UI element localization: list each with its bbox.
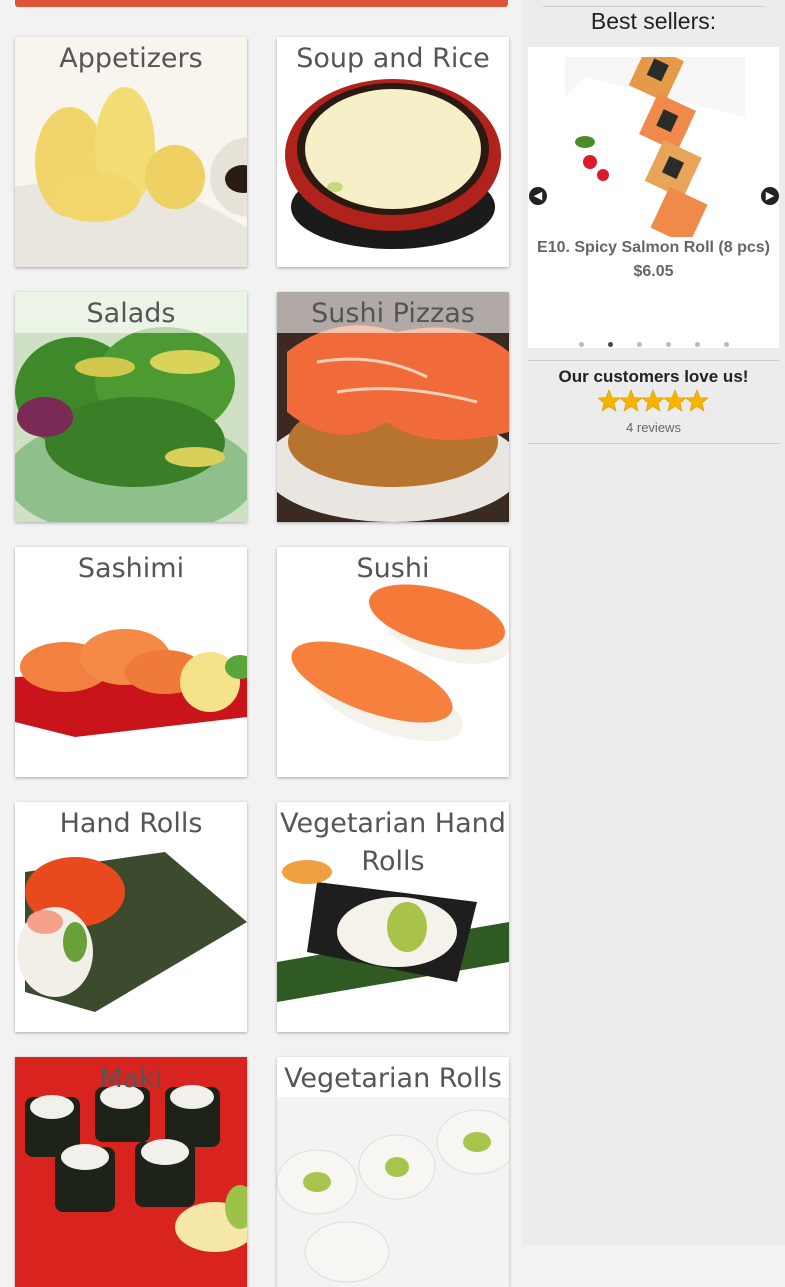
category-tile-hand-rolls[interactable]: Hand Rolls (15, 802, 247, 1032)
star-icon (598, 389, 621, 412)
star-icon (663, 389, 687, 412)
chevron-left-icon[interactable]: ◀ (529, 187, 547, 205)
carousel-item-name[interactable]: E10. Spicy Salmon Roll (8 pcs) (528, 239, 779, 257)
best-sellers-title: Best sellers: (590, 8, 717, 34)
category-tile-sashimi[interactable]: Sashimi (15, 547, 247, 777)
category-label: Salads (15, 292, 247, 333)
category-label: Soup and Rice (296, 43, 490, 74)
category-tile-maki[interactable]: Maki (15, 1057, 247, 1287)
category-tile-sushi-pizzas[interactable]: Sushi Pizzas (277, 292, 509, 522)
category-tile-appetizers[interactable]: Appetizers (15, 37, 247, 267)
star-icon (685, 389, 709, 412)
category-tile-soup-and-rice[interactable]: Soup and Rice (277, 37, 509, 267)
main-column: Appetizers Soup and Rice Salads Sushi Pi… (0, 0, 522, 1287)
category-label: Sushi Pizzas (277, 292, 509, 333)
carousel-item-price: $6.05 (633, 263, 674, 280)
category-label: Vegetarian Rolls (284, 1063, 502, 1094)
category-label: Maki (99, 1063, 163, 1094)
sidebar: Best sellers: E10. Spicy Salmon Roll (8 … (522, 0, 785, 1245)
carousel-item-image[interactable] (565, 57, 745, 237)
carousel-dots (528, 334, 779, 352)
carousel-dot[interactable] (578, 342, 584, 347)
category-label: Sashimi (77, 553, 185, 584)
divider (543, 6, 765, 7)
star-icon (641, 389, 665, 412)
reviews-heading: Our customers love us! (558, 367, 749, 386)
category-tile-vegetarian-rolls[interactable]: Vegetarian Rolls (277, 1057, 509, 1287)
best-sellers-carousel: E10. Spicy Salmon Roll (8 pcs) $6.05 ◀ ▶ (528, 47, 779, 348)
category-tile-vegetarian-hand-rolls[interactable]: Vegetarian Hand Rolls (277, 802, 509, 1032)
category-label: Appetizers (59, 43, 203, 74)
carousel-dot[interactable] (694, 342, 700, 347)
chevron-right-icon[interactable]: ▶ (761, 187, 779, 205)
reviews-widget: Our customers love us! 4 reviews (528, 360, 779, 444)
category-label: Sushi (356, 553, 430, 584)
category-tile-salads[interactable]: Salads (15, 292, 247, 522)
star-icon (619, 389, 643, 412)
category-tile-sushi[interactable]: Sushi (277, 547, 509, 777)
carousel-dot-active[interactable] (607, 342, 613, 347)
carousel-dot[interactable] (665, 342, 671, 347)
category-label: Vegetarian Hand Rolls (280, 808, 506, 877)
top-accent-bar (15, 0, 508, 7)
category-label: Hand Rolls (59, 808, 203, 839)
carousel-dot[interactable] (636, 342, 642, 347)
review-count[interactable]: 4 reviews (528, 420, 779, 435)
star-rating[interactable] (598, 389, 713, 413)
carousel-dot[interactable] (723, 342, 729, 347)
